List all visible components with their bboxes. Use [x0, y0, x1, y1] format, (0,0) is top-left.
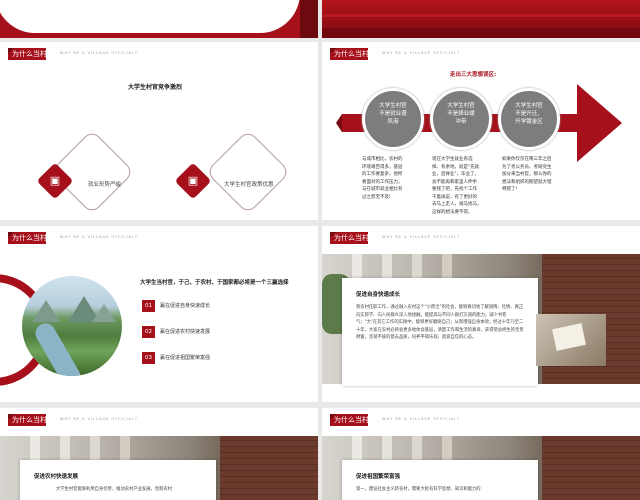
- book: [552, 323, 586, 351]
- slide-2-title: 大学生村官竞争激烈: [128, 84, 183, 91]
- myth-circle-1-text: 大学生村官 不是就业避 风港: [379, 103, 407, 125]
- arrow-tail-dark: [336, 114, 342, 132]
- section-subtitle-en: WHY BE A VILLAGE OFFICIAL?: [382, 51, 460, 55]
- section-title: 为什么当村官?: [334, 50, 380, 58]
- section-title: 为什么当村官?: [334, 416, 380, 424]
- slide-2-item-2-label: 大学生村官政策优惠: [224, 182, 274, 188]
- slide-2-thumbnail[interactable]: 为什么当村官? WHY BE A VILLAGE OFFICIAL? 大学生村官…: [0, 42, 318, 220]
- diamond-outline-2: [205, 129, 291, 215]
- section-subtitle-en: WHY BE A VILLAGE OFFICIAL?: [60, 51, 138, 55]
- myth-paragraph-1: 与城市相比，农村的 环境艰苦得多，基层 的工作要复杂，他所 要面对的工作压力， …: [362, 157, 403, 200]
- landscape-circle-image: [22, 276, 122, 376]
- grid-icon-1: ▣: [49, 174, 61, 187]
- win-item-1-number: 01: [142, 300, 155, 312]
- myth-paragraph-2: 现在大学生就业有选 择、有余地，就是"先就 业，后择业"，毕业了， 总不能再和家…: [432, 157, 482, 215]
- slide-1b-thumbnail[interactable]: [322, 0, 640, 38]
- brick-wall: [542, 436, 640, 500]
- section-subtitle-en: WHY BE A VILLAGE OFFICIAL?: [382, 417, 460, 421]
- myth-circle-3-text: 大学生村官 不是升迁、 升学镀金区: [515, 103, 543, 125]
- slide-4-title: 大学生当村官，于己、于农村、于国家都必将是一个三赢选择: [140, 280, 289, 286]
- win-item-3-number: 03: [142, 352, 155, 364]
- slide-3-thumbnail[interactable]: 为什么当村官? WHY BE A VILLAGE OFFICIAL? 走出三大思…: [322, 42, 640, 220]
- slide-5-thumbnail[interactable]: 为什么当村官? WHY BE A VILLAGE OFFICIAL? 促进自身快…: [322, 226, 640, 402]
- slide-7-thumbnail[interactable]: 为什么当村官? WHY BE A VILLAGE OFFICIAL? 促进祖国繁…: [322, 408, 640, 500]
- section-title: 为什么当村官?: [334, 234, 380, 242]
- slide-1-white-shape: [0, 0, 300, 33]
- slide-1-thumbnail[interactable]: [0, 0, 318, 38]
- card-body: 第一，建设社会主义新农村，需要大批有科学思想、知识和能力的: [356, 487, 481, 492]
- text-card: 促进祖国繁荣富强 第一，建设社会主义新农村，需要大批有科学思想、知识和能力的: [342, 460, 538, 500]
- brick-wall: [220, 436, 318, 500]
- text-card: 促进自身快速成长 到农村任职工作，通过融入农村这个"小而全"的社会，能够真切地了…: [342, 278, 538, 386]
- slide-6-thumbnail[interactable]: 为什么当村官? WHY BE A VILLAGE OFFICIAL? 促进农村快…: [0, 408, 318, 500]
- section-title: 为什么当村官?: [12, 50, 58, 58]
- arrow-head: [577, 84, 622, 162]
- card-body: 大学生村官能够利用自身优势，推动农村产业发展，创新农村: [56, 487, 173, 492]
- slide-1-right-strip: [300, 0, 318, 38]
- grid-icon-2: ▣: [187, 174, 199, 187]
- section-title: 为什么当村官?: [12, 234, 58, 242]
- card-title: 促进祖国繁荣富强: [356, 474, 401, 480]
- win-item-2-number: 02: [142, 326, 155, 338]
- win-item-2-label: 赢在促进农村快速发展: [160, 329, 211, 335]
- slide-2-item-1-label: 就业形势严峻: [88, 182, 122, 188]
- text-card: 促进农村快速发展 大学生村官能够利用自身优势，推动农村产业发展，创新农村: [20, 460, 216, 500]
- win-item-3-label: 赢在促进祖国繁荣富强: [160, 355, 211, 361]
- river: [31, 319, 85, 376]
- myth-paragraph-3: 如果你仅仅在两三年之后 为了考公务员、考研究生 加分来当村官，那么你的 想法和组…: [502, 157, 552, 192]
- myth-circle-2-text: 大学生村官 不是择业缓 冲带: [447, 103, 475, 125]
- section-title: 为什么当村官?: [12, 416, 58, 424]
- section-subtitle-en: WHY BE A VILLAGE OFFICIAL?: [60, 417, 138, 421]
- reading-photo: [536, 314, 606, 366]
- win-item-1-label: 赢在促进自身快速成长: [160, 303, 211, 309]
- section-subtitle-en: WHY BE A VILLAGE OFFICIAL?: [60, 235, 138, 239]
- card-title: 促进农村快速发展: [34, 474, 79, 480]
- slide-3-title: 走出三大思想误区:: [450, 72, 497, 78]
- mountain-3: [92, 304, 116, 322]
- section-subtitle-en: WHY BE A VILLAGE OFFICIAL?: [382, 235, 460, 239]
- slide-1b-shadow: [322, 28, 640, 38]
- slide-4-thumbnail[interactable]: 为什么当村官? WHY BE A VILLAGE OFFICIAL? 大学生当村…: [0, 226, 318, 402]
- card-title: 促进自身快速成长: [356, 292, 401, 298]
- mountain-1: [32, 300, 60, 322]
- card-body: 到农村任职工作，通过融入农村这个"小而全"的社会，能够真切地了解国情、社情、真正…: [356, 305, 524, 340]
- slide-1b-texture: [322, 14, 640, 17]
